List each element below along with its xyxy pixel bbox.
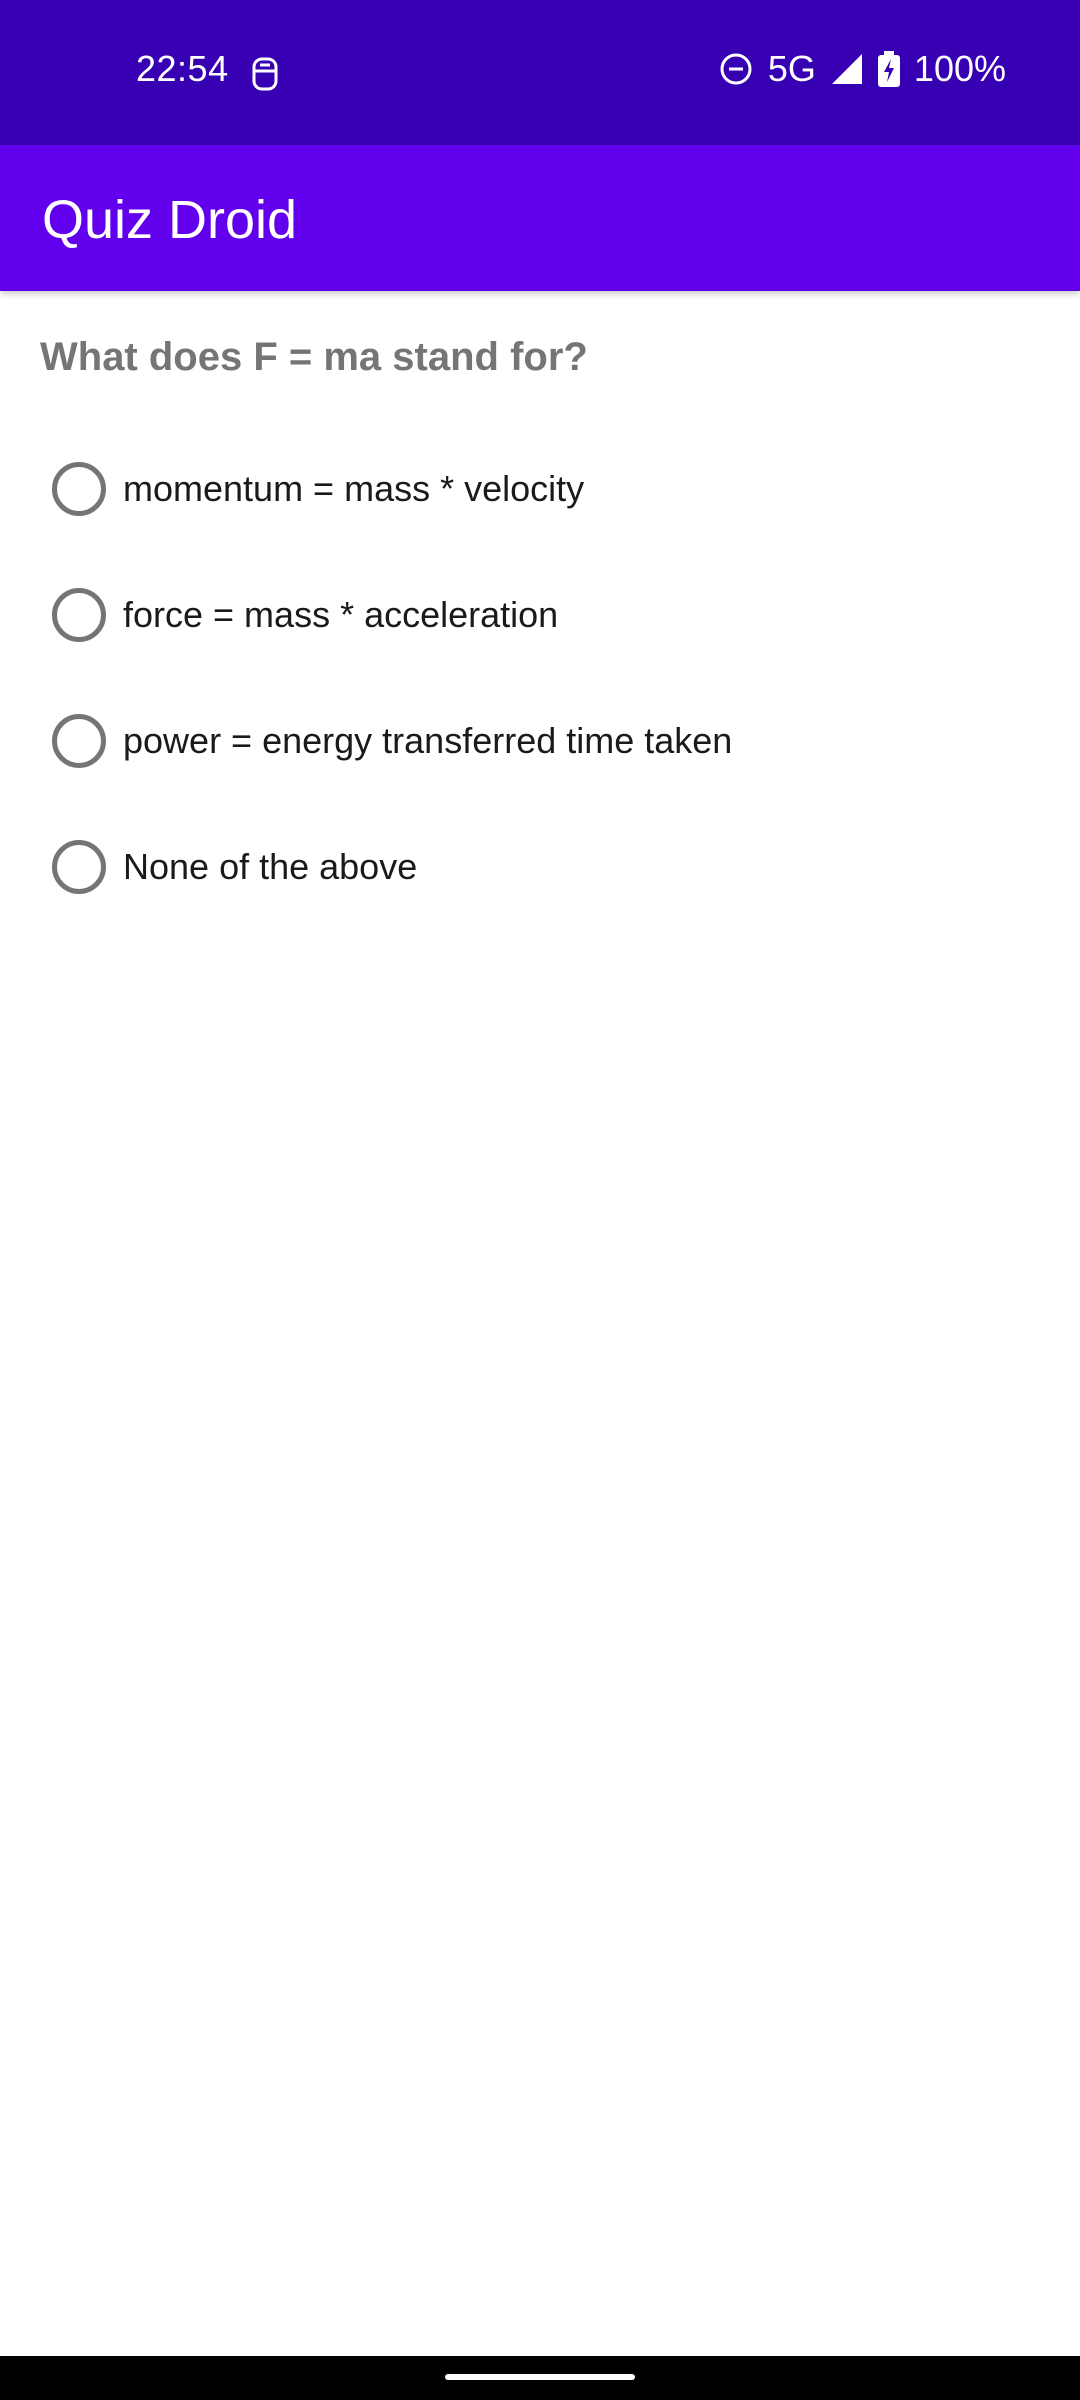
status-bar: 22:54 5G 100%: [0, 0, 1080, 145]
navigation-bar: [0, 2356, 1080, 2400]
question-text: What does F = ma stand for?: [40, 335, 588, 379]
option-force[interactable]: force = mass * acceleration: [52, 575, 558, 655]
status-time: 22:54: [136, 48, 229, 89]
option-label: momentum = mass * velocity: [123, 468, 585, 509]
home-gesture-handle[interactable]: [445, 2374, 635, 2380]
battery-level: 100%: [913, 48, 1006, 89]
network-type: 5G: [767, 48, 816, 89]
option-label: power = energy transferred time taken: [123, 720, 733, 761]
option-power[interactable]: power = energy transferred time taken: [52, 701, 732, 781]
option-label: force = mass * acceleration: [123, 594, 559, 635]
option-label: None of the above: [123, 846, 418, 887]
battery-charging-icon: [877, 51, 900, 87]
radio-button[interactable]: [52, 588, 106, 642]
app-title: Quiz Droid: [42, 190, 298, 250]
option-momentum[interactable]: momentum = mass * velocity: [52, 449, 584, 529]
screenshot-icon: [250, 56, 280, 92]
radio-button[interactable]: [52, 714, 106, 768]
radio-button[interactable]: [52, 840, 106, 894]
app-bar: Quiz Droid: [0, 145, 1080, 291]
status-icons: 5G 100%: [718, 48, 1006, 90]
option-none[interactable]: None of the above: [52, 827, 417, 907]
radio-button[interactable]: [52, 462, 106, 516]
signal-icon: [830, 52, 864, 86]
do-not-disturb-icon: [718, 51, 754, 87]
